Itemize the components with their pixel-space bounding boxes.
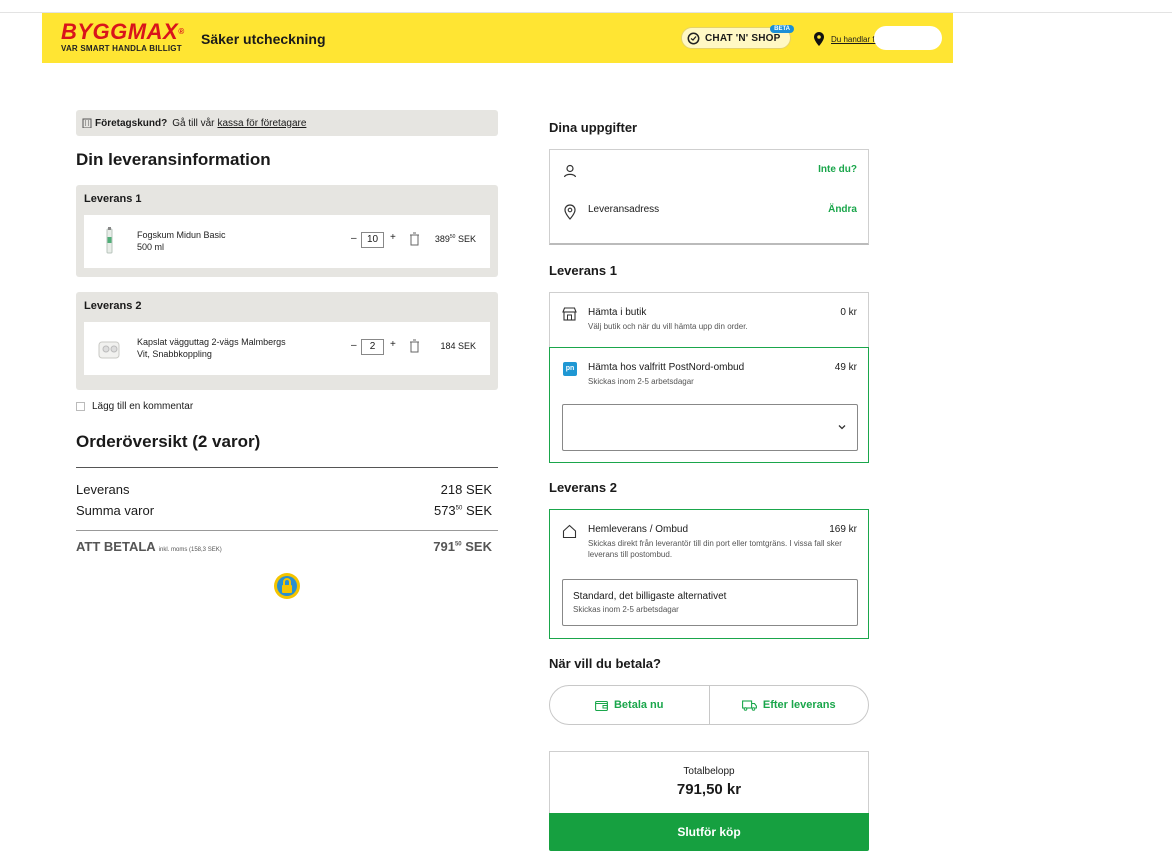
- product-detail: 500 ml: [137, 242, 165, 252]
- option-subtitle: Skickas inom 2-5 arbetsdagar: [588, 377, 694, 386]
- item-price: 184 SEK: [440, 341, 476, 351]
- amount-due-value: 79150 SEK: [433, 539, 492, 554]
- building-icon: [82, 118, 92, 128]
- page-title: Säker utcheckning: [201, 31, 326, 47]
- shipping-value: 218 SEK: [440, 482, 492, 497]
- comment-label: Lägg till en kommentar: [92, 401, 194, 412]
- trash-icon[interactable]: [409, 339, 420, 353]
- trygg-e-handel-badge-icon: [274, 573, 300, 599]
- comment-checkbox[interactable]: [76, 402, 85, 411]
- option-price: 169 kr: [829, 524, 857, 535]
- standard-title: Standard, det billigaste alternativet: [573, 591, 727, 602]
- chat-n-shop-button[interactable]: CHAT 'N' SHOP BETA: [681, 25, 794, 49]
- items-row: Summa varor 57350 SEK: [76, 503, 492, 518]
- store-pill[interactable]: [874, 26, 942, 50]
- pay-after-label: Efter leverans: [762, 699, 836, 711]
- your-details-title: Dina uppgifter: [549, 120, 638, 135]
- delivery-title: Leverans 1: [84, 193, 142, 205]
- pay-after-delivery-button[interactable]: Efter leverans: [708, 686, 869, 724]
- postnord-option[interactable]: pn Hämta hos valfritt PostNord-ombud Ski…: [549, 347, 869, 463]
- store-icon: [562, 307, 577, 321]
- increase-quantity-button[interactable]: +: [390, 339, 396, 350]
- total-label: Totalbelopp: [683, 766, 735, 777]
- cart-item: Fogskum Midun Basic 500 ml – 10 + 38950 S…: [84, 215, 490, 268]
- chat-label: CHAT 'N' SHOP: [705, 32, 781, 44]
- business-text: Gå till vår: [172, 117, 215, 129]
- option-price: 49 kr: [834, 362, 857, 373]
- amount-due-row: ATT BETALA inkl. moms (158,3 SEK) 79150 S…: [76, 539, 492, 554]
- add-comment-toggle[interactable]: Lägg till en kommentar: [76, 401, 193, 412]
- byggmax-logo[interactable]: BYGGMAX® VAR SMART HANDLA BILLIGT: [61, 19, 185, 54]
- beta-badge: BETA: [770, 25, 794, 33]
- product-image[interactable]: [96, 227, 122, 255]
- option-title: Hämta i butik: [588, 307, 647, 318]
- total-value: 791,50 kr: [676, 781, 742, 798]
- option-subtitle: Välj butik och när du vill hämta upp din…: [588, 322, 748, 331]
- not-you-link[interactable]: Inte du?: [818, 164, 857, 175]
- chevron-down-icon: [838, 425, 846, 430]
- user-icon: [563, 164, 577, 178]
- home-icon: [562, 524, 577, 539]
- option-title: Hämta hos valfritt PostNord-ombud: [588, 362, 745, 373]
- decrease-quantity-button[interactable]: –: [351, 233, 357, 244]
- quantity-input[interactable]: 10: [361, 232, 384, 248]
- store-selector[interactable]: Du handlar frå: [814, 32, 878, 46]
- option-title: Hemleverans / Ombud: [588, 524, 689, 535]
- details-card: Inte du? Leveransadress Ändra: [549, 149, 869, 245]
- site-header: BYGGMAX® VAR SMART HANDLA BILLIGT Säker …: [42, 13, 953, 63]
- decrease-quantity-button[interactable]: –: [351, 340, 357, 351]
- cart-item: Kapslat vägguttag 2-vägs Malmbergs Vit, S…: [84, 322, 490, 375]
- trash-icon[interactable]: [409, 232, 420, 246]
- pickup-in-store-option[interactable]: Hämta i butik Välj butik och när du vill…: [549, 292, 869, 348]
- standard-subtitle: Skickas inom 2-5 arbetsdagar: [573, 605, 679, 614]
- logo-text: BYGGMAX: [61, 19, 179, 44]
- increase-quantity-button[interactable]: +: [390, 232, 396, 243]
- vat-note: inkl. moms (158,3 SEK): [158, 547, 222, 553]
- pay-now-button[interactable]: Betala nu: [550, 686, 709, 724]
- order-summary-title: Orderöversikt (2 varor): [76, 432, 261, 451]
- chat-icon: [687, 32, 700, 44]
- amount-due-label: ATT BETALA: [76, 539, 156, 554]
- product-name[interactable]: Fogskum Midun Basic: [137, 229, 327, 241]
- wallet-icon: [595, 700, 608, 711]
- divider: [76, 467, 498, 468]
- complete-purchase-button[interactable]: Slutför köp: [549, 813, 869, 851]
- delivery-1-title: Leverans 1: [549, 263, 617, 278]
- item-price: 38950 SEK: [434, 234, 476, 244]
- pay-now-label: Betala nu: [613, 699, 664, 711]
- change-address-link[interactable]: Ändra: [828, 204, 857, 215]
- address-label: Leveransadress: [588, 204, 660, 215]
- business-checkout-link[interactable]: kassa för företagare: [217, 118, 306, 129]
- truck-icon: [741, 699, 757, 711]
- pickup-point-select[interactable]: [562, 404, 858, 451]
- option-price: 0 kr: [840, 307, 857, 318]
- business-banner: Företagskund? Gå till vår kassa för före…: [76, 110, 498, 136]
- shipping-label: Leverans: [76, 482, 130, 497]
- location-pin-icon: [814, 32, 824, 46]
- quantity-input[interactable]: 2: [361, 339, 384, 355]
- delivery-group-1: Leverans 1 Fogskum Midun Basic 500 ml – 1…: [76, 185, 498, 277]
- product-detail: Vit, Snabbkoppling: [137, 349, 212, 359]
- product-name[interactable]: Kapslat vägguttag 2-vägs Malmbergs: [137, 336, 327, 348]
- payment-timing-toggle: Betala nu Efter leverans: [549, 685, 869, 725]
- business-label: Företagskund?: [95, 117, 168, 129]
- product-image[interactable]: [96, 334, 122, 362]
- logo-tagline: VAR SMART HANDLA BILLIGT: [61, 44, 182, 53]
- store-link[interactable]: Du handlar frå: [831, 35, 878, 44]
- total-box: Totalbelopp 791,50 kr: [549, 751, 869, 813]
- items-value: 57350 SEK: [433, 503, 492, 518]
- standard-shipping-option[interactable]: Standard, det billigaste alternativet Sk…: [562, 579, 858, 626]
- payment-timing-title: När vill du betala?: [549, 656, 661, 671]
- location-pin-icon: [564, 204, 576, 220]
- delivery-info-title: Din leveransinformation: [76, 150, 271, 169]
- delivery-2-title: Leverans 2: [549, 480, 617, 495]
- delivery-title: Leverans 2: [84, 300, 142, 312]
- postnord-icon: pn: [563, 362, 577, 376]
- shipping-row: Leverans 218 SEK: [76, 482, 492, 497]
- home-delivery-option[interactable]: Hemleverans / Ombud Skickas direkt från …: [549, 509, 869, 639]
- option-subtitle: Skickas direkt från leverantör till din …: [588, 539, 842, 559]
- delivery-group-2: Leverans 2 Kapslat vägguttag 2-vägs Malm…: [76, 292, 498, 390]
- divider: [76, 530, 498, 531]
- items-label: Summa varor: [76, 503, 155, 518]
